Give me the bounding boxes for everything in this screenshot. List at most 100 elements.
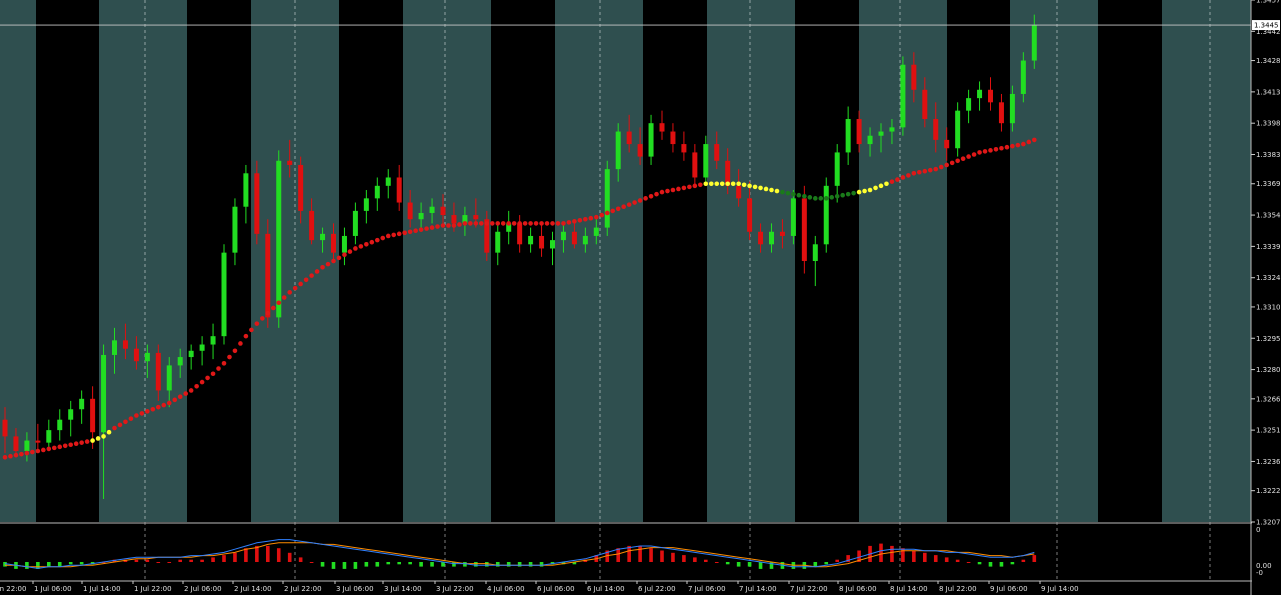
histogram-bar [222,555,226,562]
histogram-bar [430,562,434,567]
candle-body [79,398,85,410]
osc-max-label: 0 [1256,526,1260,534]
session-band [1098,0,1162,522]
ma-dot [544,221,550,226]
candle-body [385,177,391,186]
ma-dot [933,166,939,172]
ma-dot [566,220,572,225]
candle-body [790,198,796,236]
candle-body [812,244,818,261]
time-tick-label: 2 Jul 22:00 [284,585,322,593]
candle-body [309,210,315,241]
time-tick-label: 7 Jul 06:00 [688,585,726,593]
candle-body [133,348,139,362]
session-band [99,0,187,522]
histogram-bar [879,543,883,562]
candle-body [539,235,545,249]
ma-dot [539,221,544,226]
ma-dot [572,219,577,224]
candle-body [473,215,479,220]
candle-body [867,135,873,145]
ma-dot [462,221,468,226]
histogram-bar [955,559,960,562]
candle-body [769,231,774,245]
candle-body [801,198,807,261]
histogram-bar [134,559,139,562]
ma-dot [665,188,670,194]
price-chart[interactable]: 1.34571.34421.34281.34131.33981.33831.33… [0,0,1281,595]
ma-dot [309,273,314,278]
histogram-bar [211,557,215,562]
histogram-bar [890,545,894,562]
ma-dot [30,449,35,455]
ma-dot [314,269,320,274]
ma-dot [977,150,982,155]
ma-dot [763,186,769,192]
ma-dot [517,221,522,226]
session-band [339,0,403,522]
price-tick-label: 1.3339 [1256,243,1281,251]
time-tick-label: 3 Jul 14:00 [384,585,422,593]
histogram-bar [320,562,325,567]
ma-dot [1010,143,1015,149]
time-tick-label: 1 Jul 14:00 [83,585,121,593]
ma-dot [396,231,402,237]
histogram-bar [57,562,62,567]
histogram-bar [3,562,7,567]
histogram-bar [200,559,204,562]
ma-dot [621,204,626,210]
histogram-bar [966,562,971,563]
histogram-bar [167,562,172,563]
ma-dot [287,290,293,295]
candle-body [681,144,687,153]
price-tick-label: 1.3295 [1256,335,1281,343]
ma-dot [577,217,583,223]
candle-body [758,231,764,245]
candle-body [298,164,304,211]
histogram-bar [364,562,369,567]
ma-dot [955,158,960,164]
candle-body [703,144,709,178]
osc-min-label: -0 [1256,569,1263,577]
ma-dot [183,391,188,396]
ma-dot [358,244,364,249]
ma-dot [999,145,1004,151]
ma-dot [292,285,298,291]
ma-dot [906,173,911,178]
ma-dot [90,438,95,443]
histogram-bar [693,557,697,562]
candle-body [834,152,840,186]
time-tick-label: 8 Jul 06:00 [839,585,877,593]
ma-dot [320,264,325,270]
ma-dot [522,221,528,226]
ma-dot [960,156,966,161]
histogram-bar [923,552,927,562]
histogram-bar [1010,562,1015,565]
ma-dot [407,229,413,235]
ma-dot [648,193,654,199]
ma-dot [342,252,347,258]
ma-dot [468,221,473,226]
ma-dot [484,221,490,226]
candle-body [440,206,446,216]
ma-dot [35,448,41,454]
candle-body [615,131,621,170]
ma-dot [752,184,758,190]
ma-dot [221,361,227,366]
histogram-bar [747,562,752,567]
ma-dot [243,333,249,339]
candle-body [265,233,271,318]
ma-dot [966,154,971,159]
ma-dot [13,452,19,458]
ma-dot [533,221,539,226]
time-tick-label: 9 Jul 14:00 [1041,585,1079,593]
ma-dot [57,444,63,450]
ma-dot [249,327,254,333]
ma-dot [353,246,358,251]
ma-dot [385,233,391,239]
ma-dot [922,168,928,174]
session-band [707,0,795,522]
ma-dot [500,221,506,226]
histogram-bar [517,562,522,567]
ma-dot [1026,139,1032,145]
